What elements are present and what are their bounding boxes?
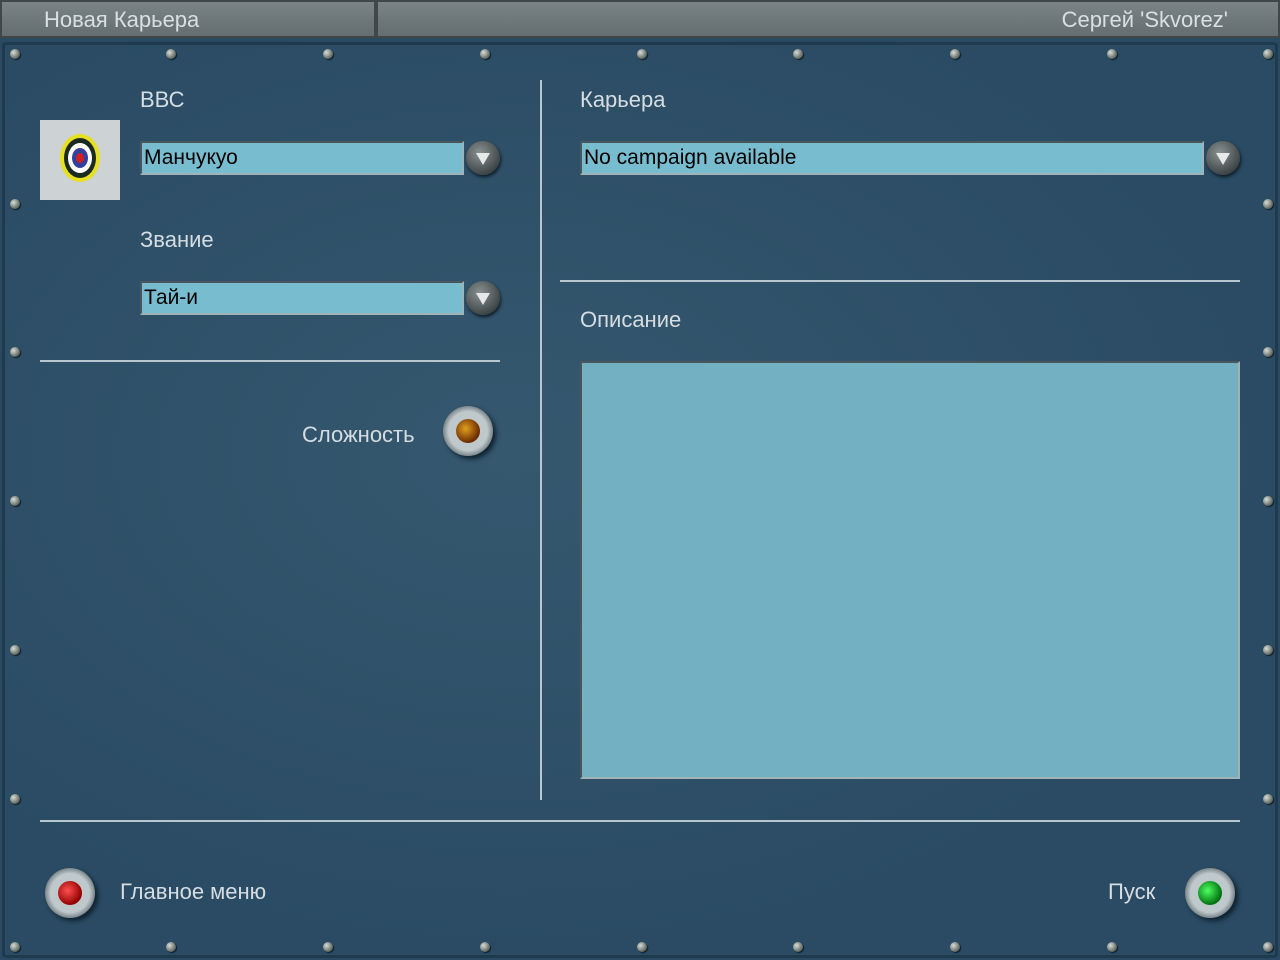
screw-icon: [1107, 942, 1117, 952]
career-label: Карьера: [580, 87, 666, 112]
user-tab: Сергей 'Skvorez': [376, 0, 1280, 38]
difficulty-label: Сложность: [302, 422, 415, 447]
screw-icon: [480, 49, 490, 59]
screw-icon: [1263, 347, 1273, 357]
screw-icon: [637, 942, 647, 952]
screw-icon: [1263, 645, 1273, 655]
screw-icon: [166, 942, 176, 952]
screw-icon: [1263, 794, 1273, 804]
pilot-name: Сергей 'Skvorez': [1061, 7, 1228, 32]
career-select[interactable]: No campaign available: [580, 141, 1204, 175]
description-label: Описание: [580, 307, 682, 332]
screw-icon: [10, 942, 20, 952]
screw-icon: [323, 942, 333, 952]
screw-icon: [10, 496, 20, 506]
roundel-icon: [60, 134, 100, 182]
rank-dropdown-icon[interactable]: [466, 281, 500, 315]
screw-icon: [793, 942, 803, 952]
screw-icon: [1263, 49, 1273, 59]
red-lamp-icon: [58, 881, 82, 905]
screw-icon: [637, 49, 647, 59]
amber-lamp-icon: [456, 419, 480, 443]
screw-icon: [10, 645, 20, 655]
screw-icon: [10, 347, 20, 357]
divider: [560, 280, 1240, 282]
description-box: [580, 361, 1240, 779]
main-menu-label: Главное меню: [120, 879, 267, 904]
screw-icon: [166, 49, 176, 59]
air-force-select[interactable]: Манчукуо: [140, 141, 464, 175]
air-force-label: ВВС: [140, 87, 185, 112]
screw-icon: [950, 49, 960, 59]
window-title: Новая Карьера: [44, 7, 200, 32]
vertical-divider: [540, 80, 542, 800]
screw-icon: [480, 942, 490, 952]
career-dropdown-icon[interactable]: [1206, 141, 1240, 175]
screw-icon: [10, 199, 20, 209]
start-label: Пуск: [1108, 879, 1156, 904]
screw-icon: [323, 49, 333, 59]
rank-select[interactable]: Тай-и: [140, 281, 464, 315]
difficulty-button[interactable]: [443, 406, 493, 456]
rank-label: Звание: [140, 227, 214, 252]
main-menu-button[interactable]: [45, 868, 95, 918]
screw-icon: [1107, 49, 1117, 59]
air-force-emblem: [40, 120, 120, 200]
screw-icon: [1263, 942, 1273, 952]
window-title-tab: Новая Карьера: [0, 0, 376, 38]
screw-icon: [10, 49, 20, 59]
screw-icon: [950, 942, 960, 952]
screw-icon: [793, 49, 803, 59]
green-lamp-icon: [1198, 881, 1222, 905]
air-force-dropdown-icon[interactable]: [466, 141, 500, 175]
start-button[interactable]: [1185, 868, 1235, 918]
divider: [40, 820, 1240, 822]
divider: [40, 360, 500, 362]
screw-icon: [1263, 496, 1273, 506]
screw-icon: [1263, 199, 1273, 209]
screw-icon: [10, 794, 20, 804]
